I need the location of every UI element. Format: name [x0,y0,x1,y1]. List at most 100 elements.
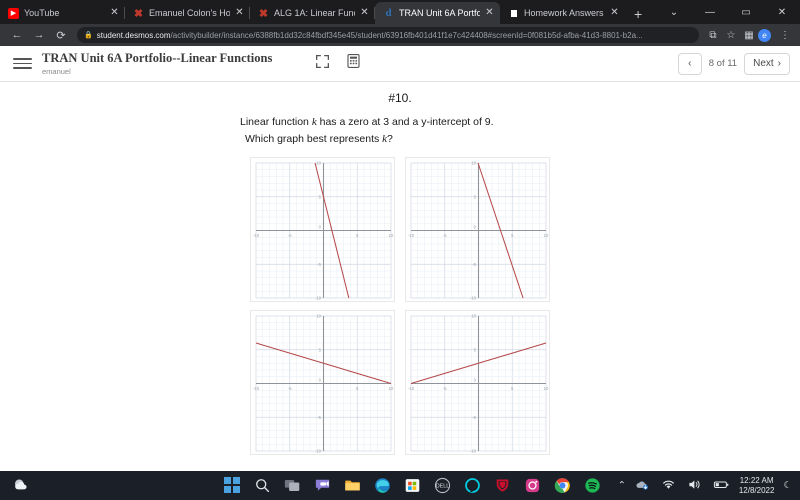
mcafee-shield-icon [496,479,508,492]
tab-title: Emanuel Colon's Home P [149,8,230,18]
kebab-menu-icon[interactable]: ⋮ [776,30,794,41]
chrome-button[interactable] [554,477,571,494]
reload-button[interactable]: ⟳ [50,29,72,42]
clock[interactable]: 12:22 AM 12/8/2022 [739,476,775,496]
address-bar[interactable]: 🔒 student.desmos.com/activitybuilder/ins… [77,27,699,43]
browser-tab-tran-unit-6a-portfolio[interactable]: d TRAN Unit 6A Portfolio--L ✕ [375,2,500,24]
page-counter: 8 of 11 [708,58,738,69]
onedrive-cloud-icon[interactable] [635,477,652,494]
close-icon[interactable]: ✕ [485,8,494,18]
forward-button[interactable]: → [28,29,50,41]
weather-widget[interactable] [0,477,215,494]
svg-text:-10: -10 [315,449,322,454]
tab-title: Homework Answers from [524,8,605,18]
close-icon[interactable]: ✕ [235,8,244,18]
svg-text:10: 10 [316,314,321,319]
x-mark-icon: ✖ [133,7,144,20]
question-line2-post: ? [387,133,393,146]
browser-tab-youtube[interactable]: ▶ YouTube ✕ [0,2,125,24]
window-controls: ⌄ — ▭ ✕ [656,0,800,24]
question-line-2: Which graph best represents k? [240,131,560,148]
mcafee-button[interactable] [494,477,511,494]
battery-icon[interactable] [713,477,730,494]
side-panel-icon[interactable]: ▦ [740,30,758,41]
new-tab-button[interactable]: + [625,6,651,24]
answer-choice-graphs: -10 -5 5 10 -10 -5 5 10 0 -10 -5 5 10 -10 -5 5 10 0 -10 -… [250,157,550,456]
youtube-icon: ▶ [8,7,19,19]
question-text: Linear function k has a zero at 3 and a … [240,114,560,148]
x-mark-icon: ✖ [258,7,269,20]
close-icon[interactable]: ✕ [610,8,619,18]
document-icon [508,8,519,19]
desmos-toolbar [316,54,360,73]
clock-date: 12/8/2022 [738,485,775,495]
file-explorer-button[interactable] [344,477,361,494]
url-text: student.desmos.com/activitybuilder/insta… [97,31,643,40]
teams-button[interactable] [314,477,331,494]
previous-screen-button[interactable]: ‹ [677,52,702,75]
tab-title: TRAN Unit 6A Portfolio--L [399,8,480,18]
dell-button[interactable]: DELL [434,477,451,494]
svg-text:-10: -10 [253,386,260,391]
next-screen-button[interactable]: Next › [744,52,790,75]
instagram-button[interactable] [524,477,541,494]
hamburger-menu-icon[interactable] [10,58,32,69]
math-variable-k: k [311,116,317,128]
browser-tab-emanuel-colon-home[interactable]: ✖ Emanuel Colon's Home P ✕ [125,2,250,24]
svg-text:10: 10 [544,233,549,238]
close-icon[interactable]: ✕ [110,8,119,18]
url-path: /activitybuilder/instance/6388fb1dd32c84… [170,30,643,40]
chrome-icon [554,478,570,493]
choice-graph-a[interactable]: -10 -5 5 10 -10 -5 5 10 0 [250,157,395,303]
question-line1-pre: Linear function [240,116,309,128]
svg-text:-5: -5 [288,386,292,391]
browser-tab-alg-1a-linear-functions[interactable]: ✖ ALG 1A: Linear Functions ✕ [250,2,375,24]
maximize-button[interactable]: ▭ [728,7,764,18]
start-button[interactable] [223,477,241,494]
browser-tab-strip: ▶ YouTube ✕ ✖ Emanuel Colon's Home P ✕ ✖… [0,0,800,24]
spotify-button[interactable] [584,477,601,494]
speaker-icon[interactable] [687,477,704,494]
choice-graph-d[interactable]: -10 -5 5 10 -10 -5 5 10 0 [405,310,550,456]
url-domain: student.desmos.com [96,30,171,40]
task-view-button[interactable] [284,477,301,494]
choice-graph-b[interactable]: -10 -5 5 10 -10 -5 5 10 0 [405,157,550,303]
chevron-up-icon[interactable]: ⌃ [618,480,626,491]
chat-teams-icon [315,479,329,491]
svg-text:-5: -5 [443,233,447,238]
svg-text:10: 10 [389,233,394,238]
browser-toolbar: ← → ⟳ 🔒 student.desmos.com/activitybuild… [0,24,800,46]
calculator-icon[interactable] [347,54,360,73]
star-icon[interactable]: ☆ [722,30,740,41]
weather-cloud-icon [12,477,29,494]
pagination-controls: ‹ 8 of 11 Next › [677,52,790,75]
svg-text:-10: -10 [408,233,415,238]
desmos-header: TRAN Unit 6A Portfolio--Linear Functions… [0,46,800,82]
share-icon[interactable]: ⧉ [704,30,722,41]
expand-fullscreen-icon[interactable] [316,54,330,73]
profile-avatar[interactable]: e [758,28,776,42]
moon-do-not-disturb-icon[interactable]: ☾ [783,480,792,491]
windows-logo-icon [223,477,241,493]
svg-text:DELL: DELL [435,484,449,490]
task-view-icon [284,479,299,492]
minimize-button[interactable]: — [692,7,728,18]
search-button[interactable] [254,477,271,494]
edge-button[interactable] [374,477,391,494]
edge-icon [374,478,390,493]
choice-graph-c[interactable]: -10 -5 5 10 -10 -5 5 10 0 [250,310,395,456]
close-icon[interactable]: ✕ [360,8,369,18]
svg-text:0: 0 [474,225,477,230]
alexa-button[interactable] [464,477,481,494]
store-button[interactable] [404,477,421,494]
back-button[interactable]: ← [6,29,28,41]
alexa-icon [464,478,480,493]
profile-initial: e [758,28,771,42]
wifi-icon[interactable] [661,477,678,494]
chevron-right-icon: › [777,58,781,69]
activity-title-block: TRAN Unit 6A Portfolio--Linear Functions… [42,51,272,75]
browser-tab-homework-answers[interactable]: Homework Answers from ✕ [500,2,625,24]
svg-text:10: 10 [316,161,321,166]
tab-search-icon[interactable]: ⌄ [656,7,692,18]
close-window-button[interactable]: ✕ [764,7,800,18]
